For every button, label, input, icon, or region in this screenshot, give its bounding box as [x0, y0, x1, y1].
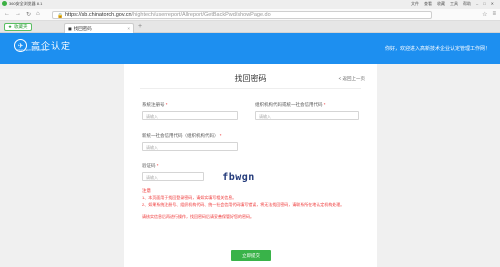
nav-buttons: ← → ↻ ⌂	[4, 11, 40, 18]
site-header: ✈ 高企认定 HIGH-TECH ENTERPRISE 你好，欢迎进入高新技术企…	[0, 33, 500, 64]
url-input[interactable]: 🔒 https://sb.chinatorch.gov.cn/hightech/…	[52, 11, 432, 19]
reset-password-card: 找回密码 < 返回上一页 系统注册号 * 请输入 组织机构代码或统一社会信用代码…	[124, 64, 377, 267]
note-title: 注意	[142, 188, 151, 193]
maximize-icon[interactable]: □	[483, 1, 485, 7]
browser-titlebar: 360安全浏览器 8.1 文件 查看 收藏 工具 帮助 – □ ✕	[0, 0, 500, 9]
menu-help[interactable]: 帮助	[463, 1, 471, 7]
tab-bar: ★ 收藏夹 ◼ 找回密码 × +	[0, 21, 500, 33]
lock-icon: 🔒	[57, 13, 64, 19]
star-icon[interactable]: ☆	[482, 11, 487, 18]
new-code-label: 新统一社会信用代码（组织机构代码） *	[142, 133, 222, 138]
org-code-label: 组织机构代码或统一社会信用代码 *	[255, 102, 326, 107]
tab-get-back-password[interactable]: ◼ 找回密码 ×	[64, 23, 134, 33]
back-link[interactable]: < 返回上一页	[339, 76, 365, 82]
welcome-text: 你好，欢迎进入高新技术企业认定管理工作网！	[384, 46, 490, 52]
close-window-icon[interactable]: ✕	[491, 1, 494, 7]
url-text: https://sb.chinatorch.gov.cn/hightech/us…	[65, 12, 271, 18]
new-tab-icon[interactable]: +	[138, 23, 142, 30]
menu-icon[interactable]: ≡	[492, 11, 496, 18]
address-bar: ← → ↻ ⌂ 🔒 https://sb.chinatorch.gov.cn/h…	[0, 9, 500, 21]
browser-logo-icon	[2, 1, 7, 6]
reg-no-label: 系统注册号 *	[142, 102, 168, 107]
minimize-icon[interactable]: –	[476, 1, 478, 7]
menu-tools[interactable]: 工具	[450, 1, 458, 7]
home-icon[interactable]: ⌂	[36, 11, 40, 18]
favorites-icon: ★	[8, 24, 13, 29]
note-line-1: 1、本页面用于找回登录密码，请如实填写相关信息。	[142, 195, 237, 200]
new-code-input[interactable]: 请输入	[142, 142, 238, 151]
captcha-image[interactable]: fbwgn	[216, 171, 261, 183]
menu-favorites[interactable]: 收藏	[437, 1, 445, 7]
menu-file[interactable]: 文件	[411, 1, 419, 7]
note-line-3: 请核实信息后再进行操作，找回密码后请妥善保管好您的密码。	[142, 214, 254, 219]
captcha-input[interactable]: 请输入	[142, 172, 204, 181]
org-code-input[interactable]: 请输入	[255, 111, 359, 120]
note-line-2: 2、如果系统注册号、组织机构代码、统一社会信用代码填写错误，将无法找回密码，请联…	[142, 202, 345, 207]
divider	[140, 88, 361, 89]
favorites-button[interactable]: ★ 收藏夹	[4, 23, 32, 31]
reg-no-input[interactable]: 请输入	[142, 111, 238, 120]
address-actions: ☆ ≡	[482, 11, 496, 18]
submit-button[interactable]: 立即提交	[231, 250, 271, 261]
page-icon: ◼	[68, 25, 72, 31]
refresh-icon[interactable]: ↻	[26, 11, 31, 18]
back-arrow-icon[interactable]: ←	[4, 11, 10, 18]
close-tab-icon[interactable]: ×	[127, 26, 130, 31]
forward-arrow-icon[interactable]: →	[15, 11, 21, 18]
logo-subtitle: HIGH-TECH ENTERPRISE	[17, 49, 48, 52]
menu-view[interactable]: 查看	[424, 1, 432, 7]
window-title: 360安全浏览器 8.1	[9, 1, 43, 6]
browser-menu: 文件 查看 收藏 工具 帮助 – □ ✕	[411, 1, 494, 7]
captcha-label: 验证码 *	[142, 163, 159, 168]
